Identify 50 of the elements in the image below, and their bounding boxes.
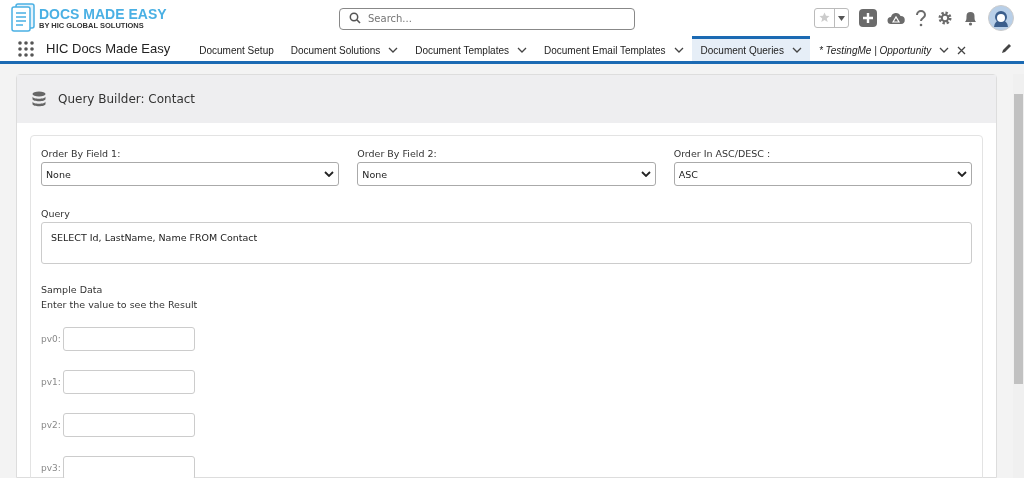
close-icon[interactable] (957, 45, 967, 55)
notifications-icon[interactable] (963, 10, 978, 26)
chevron-down-icon (957, 171, 967, 177)
pencil-icon[interactable] (1001, 43, 1012, 54)
field-label: Order By Field 1: (41, 148, 122, 159)
app-name: HIC Docs Made Easy (46, 41, 171, 56)
chevron-down-icon[interactable] (939, 47, 950, 53)
select-field[interactable]: None (41, 162, 340, 186)
param-label: pv3: (41, 463, 59, 473)
hint-text: Enter the value to see the Result (41, 299, 199, 310)
nav-tab[interactable]: Document Setup (190, 36, 282, 61)
nav-tab[interactable]: * TestingMe | Opportunity (809, 36, 975, 61)
field-label: Order By Field 2: (357, 148, 438, 159)
param-label: pv2: (41, 420, 59, 430)
caret-down-icon (838, 15, 845, 21)
chevron-down-icon[interactable] (517, 47, 527, 53)
search-field[interactable]: Search... (339, 7, 635, 30)
plus-icon[interactable] (859, 9, 877, 27)
star-icon (819, 12, 830, 23)
chevron-down-icon[interactable] (388, 47, 399, 53)
select-field[interactable]: None (357, 162, 656, 186)
query-textarea[interactable]: SELECT Id, LastName, Name FROM Contact (41, 222, 972, 264)
param-input[interactable] (63, 456, 195, 478)
select-field[interactable]: ASC (673, 162, 972, 186)
chevron-down-icon[interactable] (673, 47, 684, 53)
avatar-icon[interactable] (988, 5, 1014, 31)
param-label: pv1: (41, 377, 59, 387)
section-title: Sample Data (41, 284, 104, 295)
database-icon (32, 91, 46, 107)
field-label: Order In ASC/DESC : (673, 148, 772, 159)
document-icon (10, 3, 36, 33)
param-label: pv0: (41, 334, 59, 344)
param-input[interactable] (63, 370, 195, 394)
cloud-icon[interactable] (887, 10, 905, 26)
favorites-button[interactable] (814, 8, 849, 28)
nav-tab[interactable]: Document Email Templates (535, 36, 692, 61)
help-icon[interactable] (915, 9, 927, 27)
param-input[interactable] (63, 327, 195, 351)
chevron-down-icon (324, 171, 335, 177)
param-input[interactable] (63, 413, 195, 437)
field-label: Query (41, 208, 71, 219)
settings-icon[interactable] (937, 10, 953, 26)
nav-tab[interactable]: Document Templates (406, 36, 535, 61)
chevron-down-icon (640, 171, 651, 177)
logo-title: DOCS MADE EASY (39, 6, 167, 21)
app-launcher-icon[interactable] (18, 40, 34, 57)
chevron-down-icon[interactable] (791, 47, 802, 53)
nav-tab[interactable]: Document Queries (691, 36, 810, 61)
card-title: Query Builder: Contact (58, 92, 196, 106)
nav-tab[interactable]: Document Solutions (281, 36, 407, 61)
